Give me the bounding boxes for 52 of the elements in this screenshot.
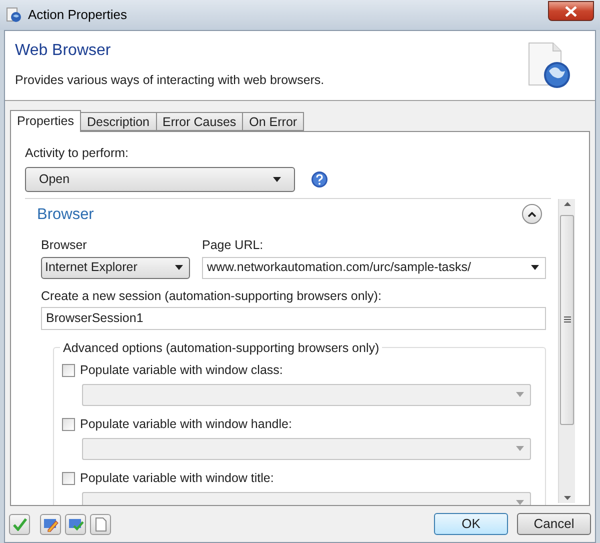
variable-dropdown[interactable]	[82, 384, 531, 406]
checkbox[interactable]	[62, 364, 75, 377]
field-label: Activity to perform:	[25, 145, 130, 162]
chevron-up-icon	[528, 212, 536, 217]
checkbox[interactable]	[62, 418, 75, 431]
section-title: Browser	[37, 204, 94, 225]
checkbox-label: Populate variable with window class:	[80, 362, 283, 380]
caret-icon	[175, 265, 183, 270]
tab[interactable]: Properties	[10, 110, 81, 132]
check-button[interactable]	[9, 514, 30, 534]
pencil-window-icon	[42, 516, 58, 532]
tab[interactable]: On Error	[243, 112, 304, 131]
caret-icon	[516, 392, 524, 397]
new-document-button[interactable]	[90, 514, 111, 534]
checkmark-icon	[12, 518, 26, 530]
edit-button[interactable]	[40, 514, 61, 534]
checkbox[interactable]	[62, 472, 75, 485]
tab[interactable]: Error Causes	[156, 112, 244, 131]
checkbox-label: Populate variable with window handle:	[80, 416, 292, 434]
dialog-button[interactable]: OK	[434, 513, 508, 535]
close-button[interactable]	[548, 1, 594, 21]
activity-dropdown[interactable]: Open	[25, 166, 295, 192]
caret-icon	[531, 265, 539, 270]
field-label: Browser	[41, 237, 88, 254]
dialog-button[interactable]: Cancel	[517, 513, 591, 535]
browser-dropdown[interactable]: Internet Explorer	[41, 256, 190, 279]
close-icon	[565, 6, 577, 16]
scrollbar[interactable]	[558, 198, 575, 503]
scroll-down-icon[interactable]	[564, 496, 570, 500]
caret-icon	[516, 500, 524, 505]
help-icon[interactable]	[311, 170, 328, 188]
field-label: Page URL:	[202, 237, 264, 254]
caret-icon	[516, 446, 524, 451]
header-description: Provides various ways of interacting with web browsers.	[15, 72, 326, 89]
header-title: Web Browser	[15, 41, 112, 61]
checkbox-label: Populate variable with window title:	[80, 470, 274, 488]
window-check-icon	[68, 516, 84, 532]
scroll-up-icon[interactable]	[564, 202, 570, 206]
document-icon	[94, 516, 106, 532]
caret-icon	[273, 176, 281, 182]
grip-icon	[564, 316, 570, 324]
tab[interactable]: Description	[80, 112, 157, 131]
document-globe-icon	[527, 41, 571, 89]
field-label: Create a new session (automation-supporting browsers only):	[41, 288, 382, 305]
url-combobox[interactable]: www.networkautomation.com/urc/sample-tasks/	[202, 256, 546, 279]
window-title: Action Properties	[28, 6, 127, 24]
globe-icon	[6, 7, 22, 23]
session-input[interactable]: BrowserSession1	[41, 306, 546, 330]
variable-dropdown[interactable]	[82, 438, 531, 460]
scrollbar-thumb[interactable]	[560, 214, 574, 425]
validate-button[interactable]	[65, 514, 86, 534]
collapse-button[interactable]	[522, 204, 542, 224]
